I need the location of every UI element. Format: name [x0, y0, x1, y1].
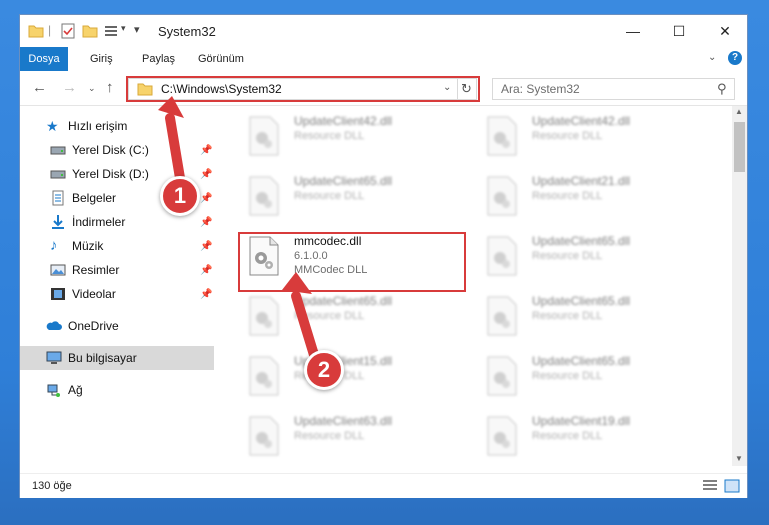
step-marker-1: 1	[160, 176, 200, 216]
arrow-head-2	[282, 272, 312, 294]
annotation-arrows	[158, 96, 323, 373]
step-marker-2: 2	[304, 350, 344, 390]
